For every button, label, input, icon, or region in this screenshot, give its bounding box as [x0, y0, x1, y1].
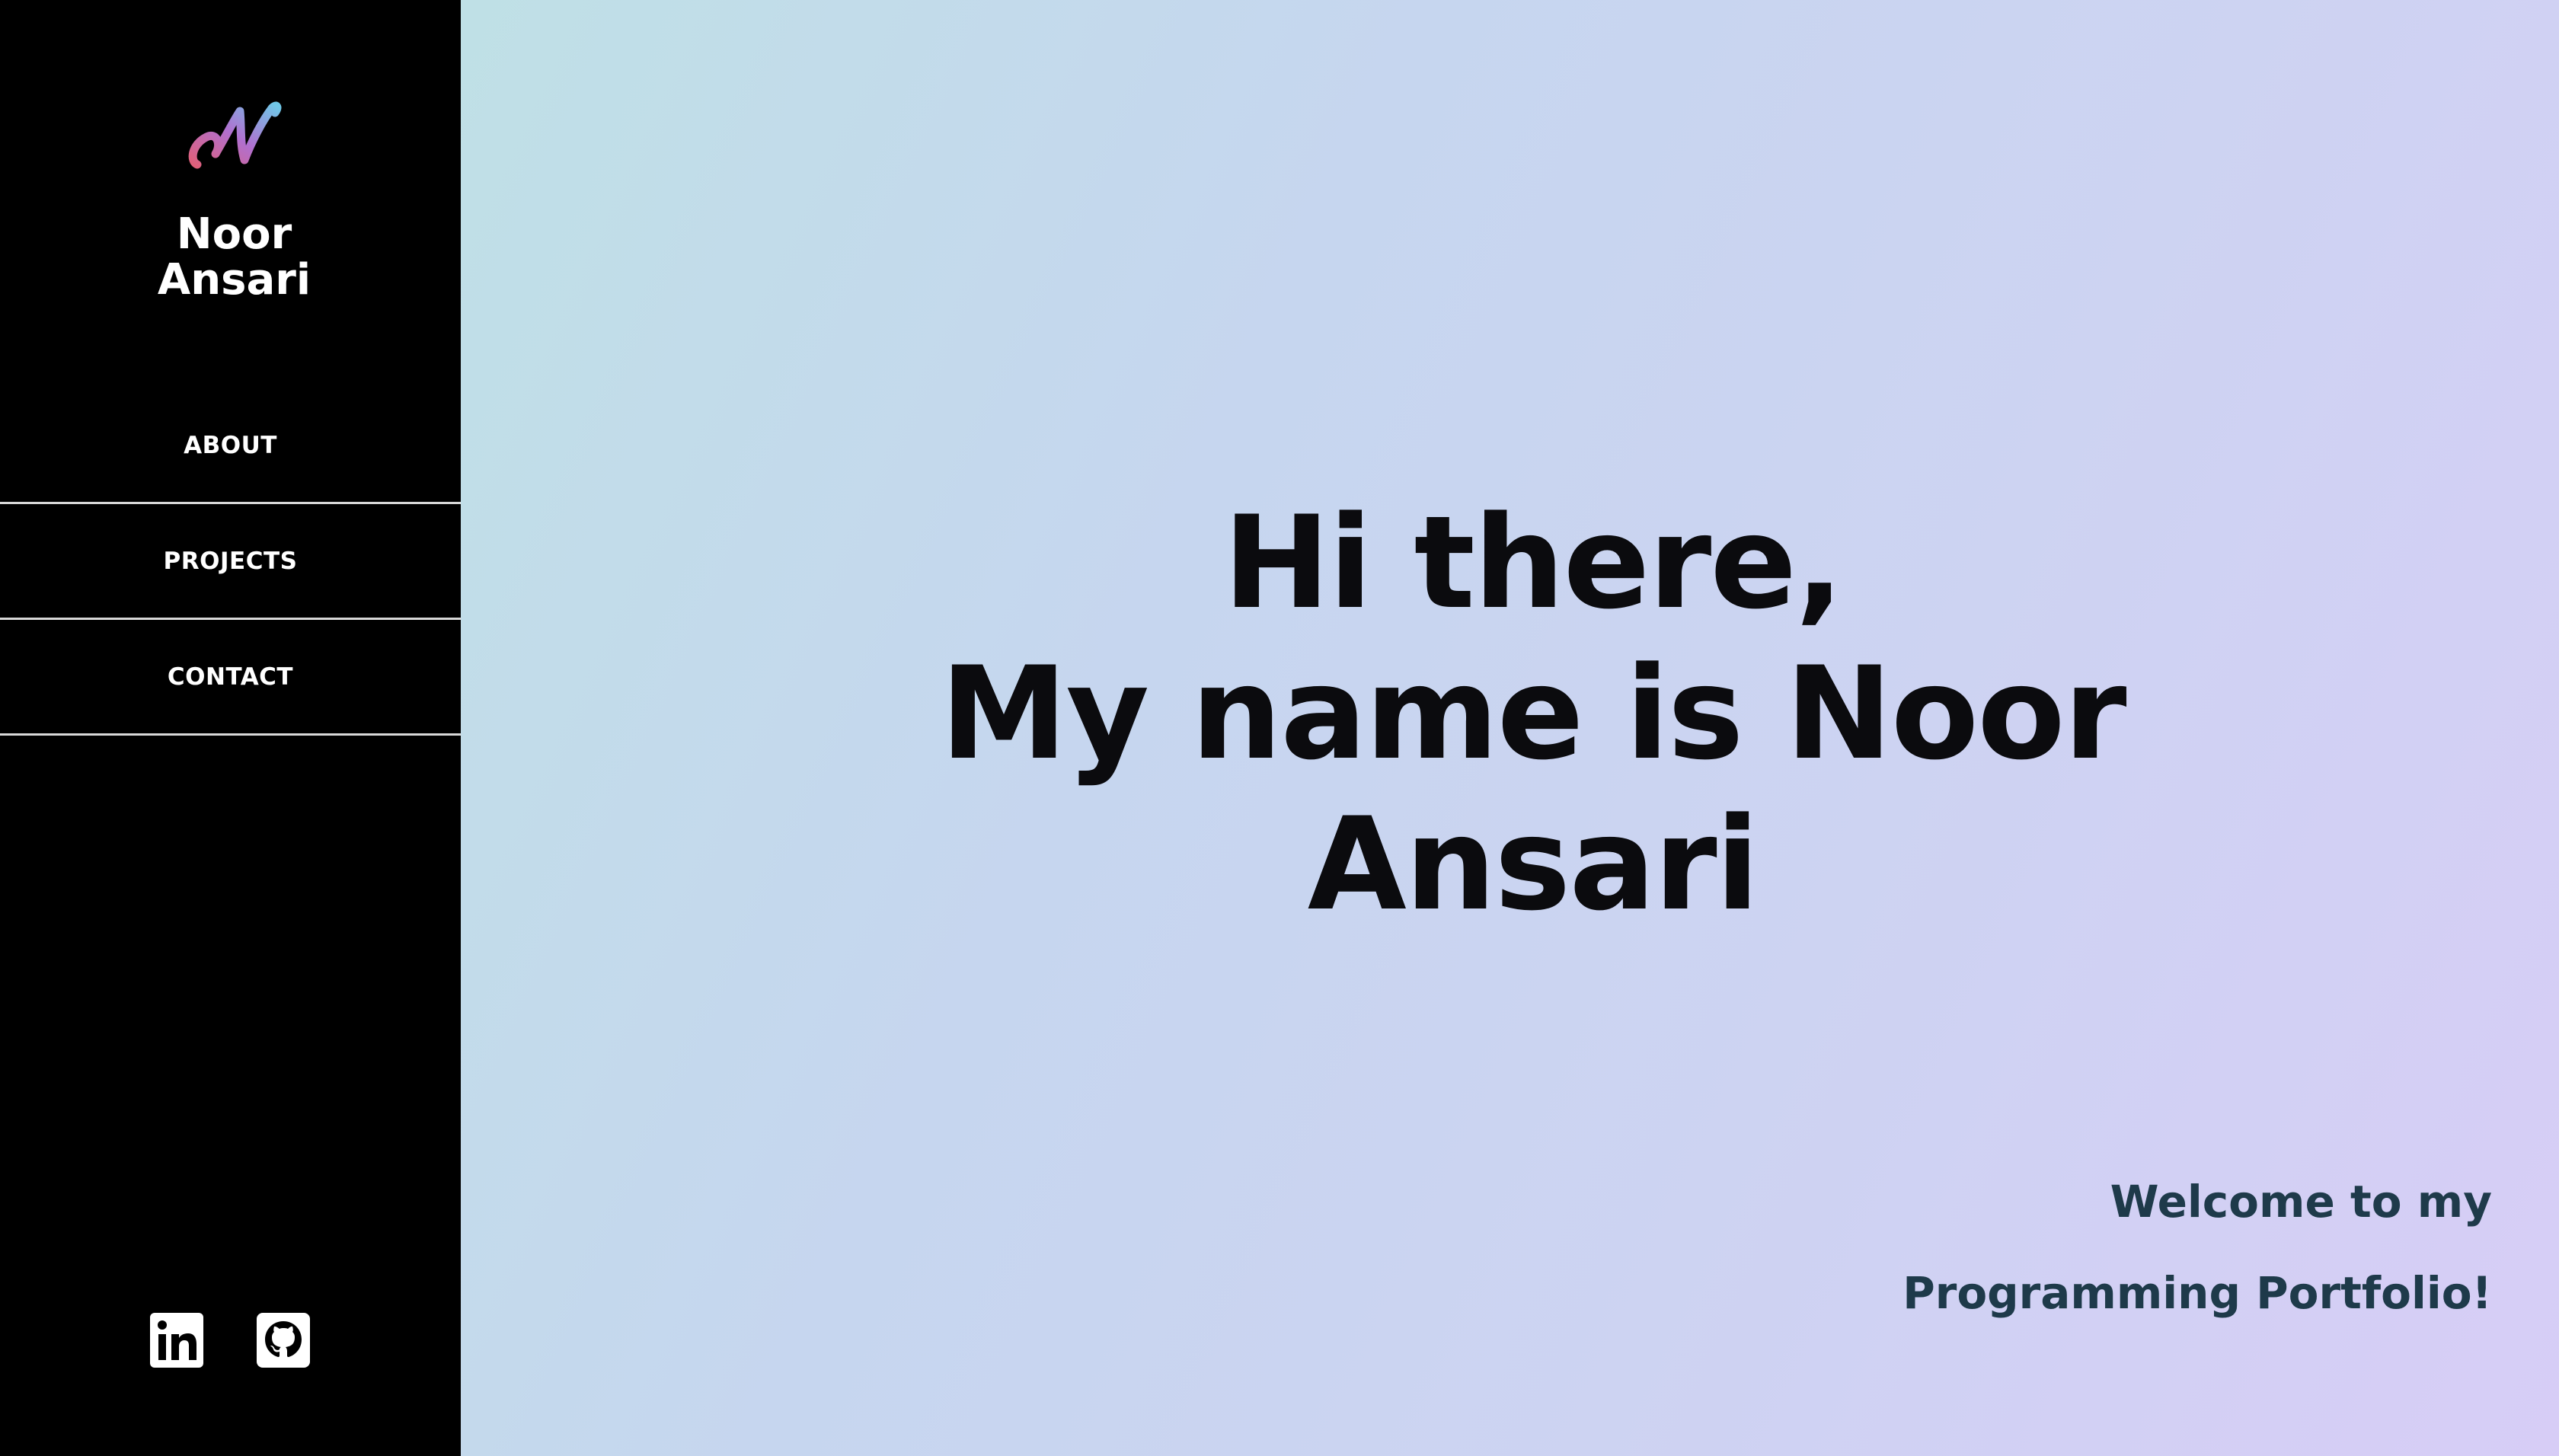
nav-item-about[interactable]: ABOUT — [0, 388, 461, 504]
welcome-line-1: Welcome to my — [2110, 1176, 2492, 1228]
main-content: Hi there, My name is Noor Ansari Welcome… — [461, 0, 2559, 1456]
sidebar: Noor Ansari ABOUT PROJECTS CONTACT — [0, 0, 461, 1456]
hero-line-1: Hi there, — [1222, 488, 1844, 637]
nav-item-contact[interactable]: CONTACT — [0, 620, 461, 736]
hero-heading: Hi there, My name is Noor Ansari — [461, 487, 2559, 940]
welcome-line-2: Programming Portfolio! — [1902, 1267, 2492, 1319]
github-icon[interactable] — [255, 1311, 311, 1369]
welcome-message: Welcome to my Programming Portfolio! — [1902, 1156, 2492, 1339]
linkedin-icon[interactable] — [149, 1311, 205, 1369]
sidebar-nav: ABOUT PROJECTS CONTACT — [0, 388, 461, 736]
hero-line-3: Ansari — [1307, 790, 1759, 939]
page: Noor Ansari ABOUT PROJECTS CONTACT Hi th… — [0, 0, 2559, 1456]
nav-item-projects[interactable]: PROJECTS — [0, 504, 461, 620]
brand-name: Noor Ansari — [0, 212, 468, 303]
hero-line-2: My name is Noor — [940, 639, 2127, 788]
script-n-logo-icon[interactable] — [187, 97, 283, 174]
brand-name-last: Ansari — [157, 255, 311, 305]
brand-name-first: Noor — [176, 209, 292, 259]
